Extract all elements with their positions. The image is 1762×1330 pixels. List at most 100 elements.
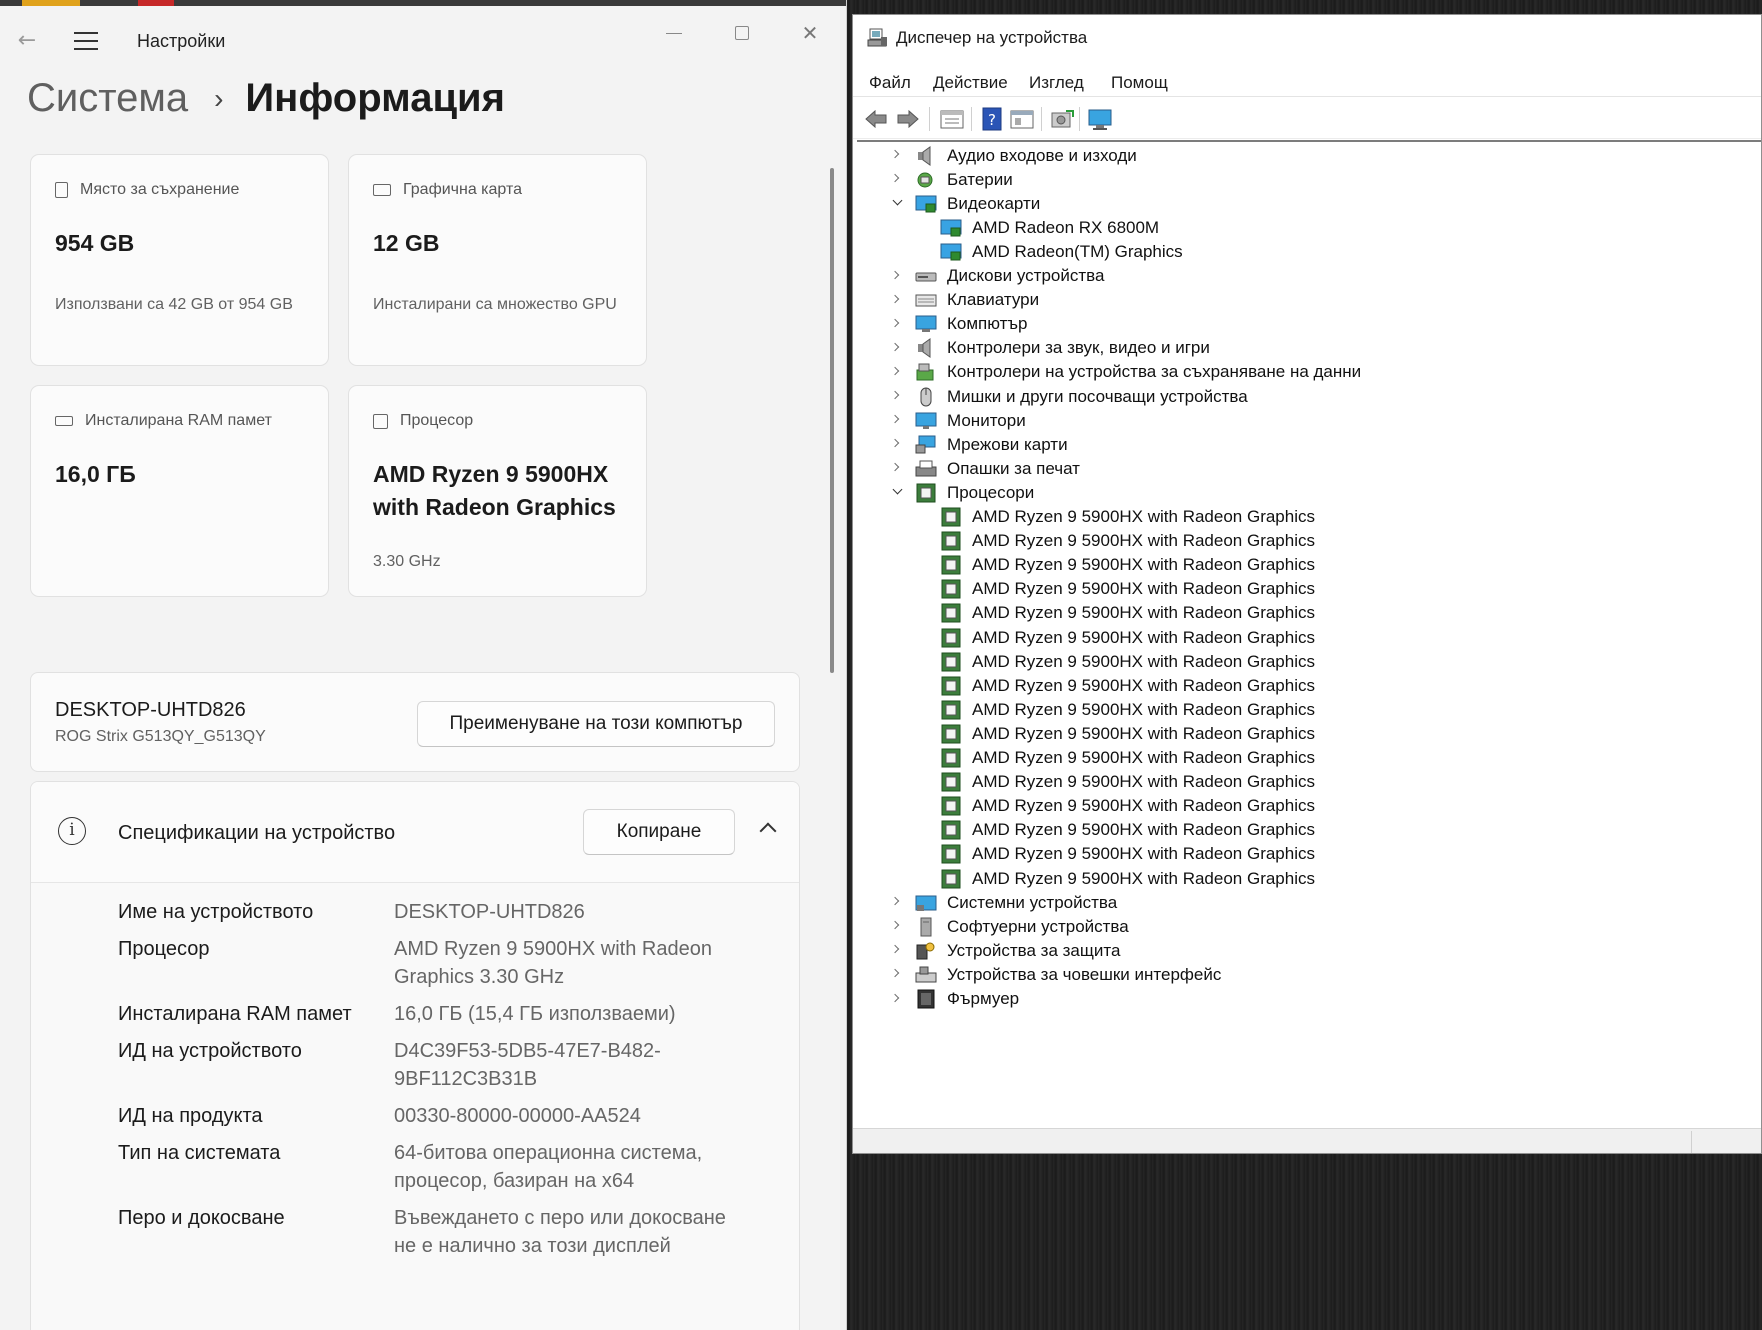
tree-device[interactable]: AMD Ryzen 9 5900HX with Radeon Graphics: [940, 817, 1315, 844]
gpu-card[interactable]: Графична карта 12 GB Инсталирани са множ…: [348, 154, 647, 366]
chevron-right-icon[interactable]: [890, 461, 903, 473]
tree-category[interactable]: Контролери на устройства за съхраняване …: [890, 359, 1362, 386]
tree-category[interactable]: Аудио входове и изходи: [890, 142, 1137, 169]
chevron-right-icon[interactable]: [890, 341, 903, 353]
back-arrow-icon[interactable]: ←: [14, 28, 40, 54]
tree-label: Контролери на устройства за съхраняване …: [947, 362, 1362, 382]
processor-icon: [940, 844, 962, 864]
tree-category[interactable]: Клавиатури: [890, 287, 1039, 314]
help-icon[interactable]: ?: [979, 107, 1005, 131]
menu-view[interactable]: Изглед: [1029, 73, 1084, 93]
chevron-right-icon[interactable]: [890, 317, 903, 329]
tree-category[interactable]: Процесори: [892, 479, 1035, 506]
tree-category[interactable]: Системни устройства: [890, 889, 1117, 916]
tree-label: AMD Radeon RX 6800M: [972, 217, 1160, 237]
tree-category[interactable]: Батерии: [890, 166, 1013, 193]
tree-category[interactable]: Компютър: [890, 311, 1028, 338]
tree-device[interactable]: AMD Ryzen 9 5900HX with Radeon Graphics: [940, 720, 1315, 747]
chevron-right-icon[interactable]: [890, 365, 903, 377]
tree-label: Устройства за човешки интерфейс: [947, 964, 1222, 984]
device-manager-title: Диспечер на устройства: [896, 28, 1088, 47]
tree-label: AMD Ryzen 9 5900HX with Radeon Graphics: [972, 555, 1315, 575]
tree-device[interactable]: AMD Ryzen 9 5900HX with Radeon Graphics: [940, 745, 1315, 772]
tree-category[interactable]: Фърмуер: [890, 986, 1019, 1013]
tree-category[interactable]: Устройства за защита: [890, 937, 1120, 964]
tree-label: Мрежови карти: [947, 434, 1068, 454]
gpu-label: Графична карта: [403, 181, 523, 198]
spec-row: ИД на продукта 00330-80000-00000-AA524: [118, 1102, 798, 1130]
chevron-right-icon[interactable]: [890, 148, 903, 160]
printer-icon: [915, 459, 937, 479]
tree-device[interactable]: AMD Ryzen 9 5900HX with Radeon Graphics: [940, 528, 1315, 555]
chevron-down-icon[interactable]: [891, 484, 903, 497]
tree-category[interactable]: Софтуерни устройства: [890, 913, 1129, 940]
tree-device[interactable]: AMD Ryzen 9 5900HX with Radeon Graphics: [940, 769, 1315, 796]
storage-card[interactable]: Място за съхранение 954 GB Използвани са…: [30, 154, 329, 366]
toolbar-separator: [1079, 107, 1080, 131]
close-button[interactable]: ✕: [790, 16, 830, 50]
tree-category[interactable]: Дискови устройства: [890, 263, 1104, 290]
monitor-icon[interactable]: [1087, 107, 1113, 131]
tree-label: Компютър: [947, 314, 1028, 334]
breadcrumb-parent[interactable]: Система: [27, 76, 188, 121]
update-driver-icon[interactable]: [1049, 107, 1075, 131]
chevron-up-icon[interactable]: [756, 816, 780, 840]
chevron-right-icon[interactable]: [890, 967, 903, 979]
chevron-right-icon[interactable]: [890, 269, 903, 281]
tree-category[interactable]: Мишки и други посочващи устройства: [890, 383, 1248, 410]
computer-icon: [915, 314, 937, 334]
tree-device[interactable]: AMD Ryzen 9 5900HX with Radeon Graphics: [940, 793, 1315, 820]
chevron-right-icon[interactable]: [890, 895, 903, 907]
tree-device[interactable]: AMD Ryzen 9 5900HX with Radeon Graphics: [940, 696, 1315, 723]
ram-card[interactable]: Инсталирана RAM памет 16,0 ГБ: [30, 385, 329, 597]
tree-category[interactable]: Видеокарти: [892, 190, 1040, 217]
tree-category[interactable]: Устройства за човешки интерфейс: [890, 961, 1222, 988]
tree-device[interactable]: AMD Ryzen 9 5900HX with Radeon Graphics: [940, 672, 1315, 699]
tree-device[interactable]: AMD Ryzen 9 5900HX with Radeon Graphics: [940, 865, 1315, 892]
settings-titlebar: ← Настройки ✕: [0, 6, 846, 72]
tree-device[interactable]: AMD Radeon RX 6800M: [940, 214, 1159, 241]
tree-category[interactable]: Монитори: [890, 407, 1026, 434]
tree-device[interactable]: AMD Ryzen 9 5900HX with Radeon Graphics: [940, 552, 1315, 579]
tree-label: Процесори: [947, 482, 1035, 502]
spec-row: Инсталирана RAM памет 16,0 ГБ (15,4 ГБ из…: [118, 1000, 798, 1028]
tree-device[interactable]: AMD Ryzen 9 5900HX with Radeon Graphics: [940, 576, 1315, 603]
chevron-right-icon[interactable]: [890, 293, 903, 305]
tree-device[interactable]: AMD Ryzen 9 5900HX with Radeon Graphics: [940, 504, 1315, 531]
scrollbar[interactable]: [830, 168, 834, 673]
tree-device[interactable]: AMD Radeon(TM) Graphics: [940, 238, 1183, 265]
view-icon[interactable]: [1009, 107, 1035, 131]
hamburger-menu-icon[interactable]: [74, 32, 98, 50]
chevron-right-icon[interactable]: [890, 437, 903, 449]
chevron-down-icon[interactable]: [891, 195, 903, 208]
minimize-button[interactable]: [654, 16, 694, 50]
rename-pc-button[interactable]: Преименуване на този компютър: [417, 701, 775, 747]
menu-action[interactable]: Действие: [933, 73, 1008, 93]
chevron-right-icon[interactable]: [890, 919, 903, 931]
cpu-card[interactable]: Процесор AMD Ryzen 9 5900HX with Radeon …: [348, 385, 647, 597]
chevron-right-icon[interactable]: [890, 389, 903, 401]
tree-device[interactable]: AMD Ryzen 9 5900HX with Radeon Graphics: [940, 600, 1315, 627]
menu-help[interactable]: Помощ: [1111, 73, 1168, 93]
back-arrow-icon[interactable]: [863, 107, 889, 131]
device-specs-header[interactable]: i Спецификации на устройство Копиране: [31, 782, 799, 883]
info-icon: i: [58, 817, 86, 845]
chevron-right-icon[interactable]: [890, 992, 903, 1004]
tree-device[interactable]: AMD Ryzen 9 5900HX with Radeon Graphics: [940, 841, 1315, 868]
storage-sub: Използвани са 42 GB от 954 GB: [55, 296, 293, 313]
forward-arrow-icon[interactable]: [895, 107, 921, 131]
copy-button[interactable]: Копиране: [583, 809, 735, 855]
chevron-right-icon[interactable]: [890, 943, 903, 955]
tree-device[interactable]: AMD Ryzen 9 5900HX with Radeon Graphics: [940, 624, 1315, 651]
spec-row: Процесор AMD Ryzen 9 5900HX with Radeon G…: [118, 935, 798, 991]
cpu-label: Процесор: [400, 412, 474, 429]
chevron-right-icon[interactable]: [890, 172, 903, 184]
tree-category[interactable]: Мрежови карти: [890, 431, 1068, 458]
tree-category[interactable]: Контролери за звук, видео и игри: [890, 335, 1210, 362]
properties-icon[interactable]: [939, 107, 965, 131]
menu-file[interactable]: Файл: [869, 73, 911, 93]
maximize-button[interactable]: [722, 16, 762, 50]
chevron-right-icon[interactable]: [890, 413, 903, 425]
tree-category[interactable]: Опашки за печат: [890, 455, 1080, 482]
tree-device[interactable]: AMD Ryzen 9 5900HX with Radeon Graphics: [940, 648, 1315, 675]
